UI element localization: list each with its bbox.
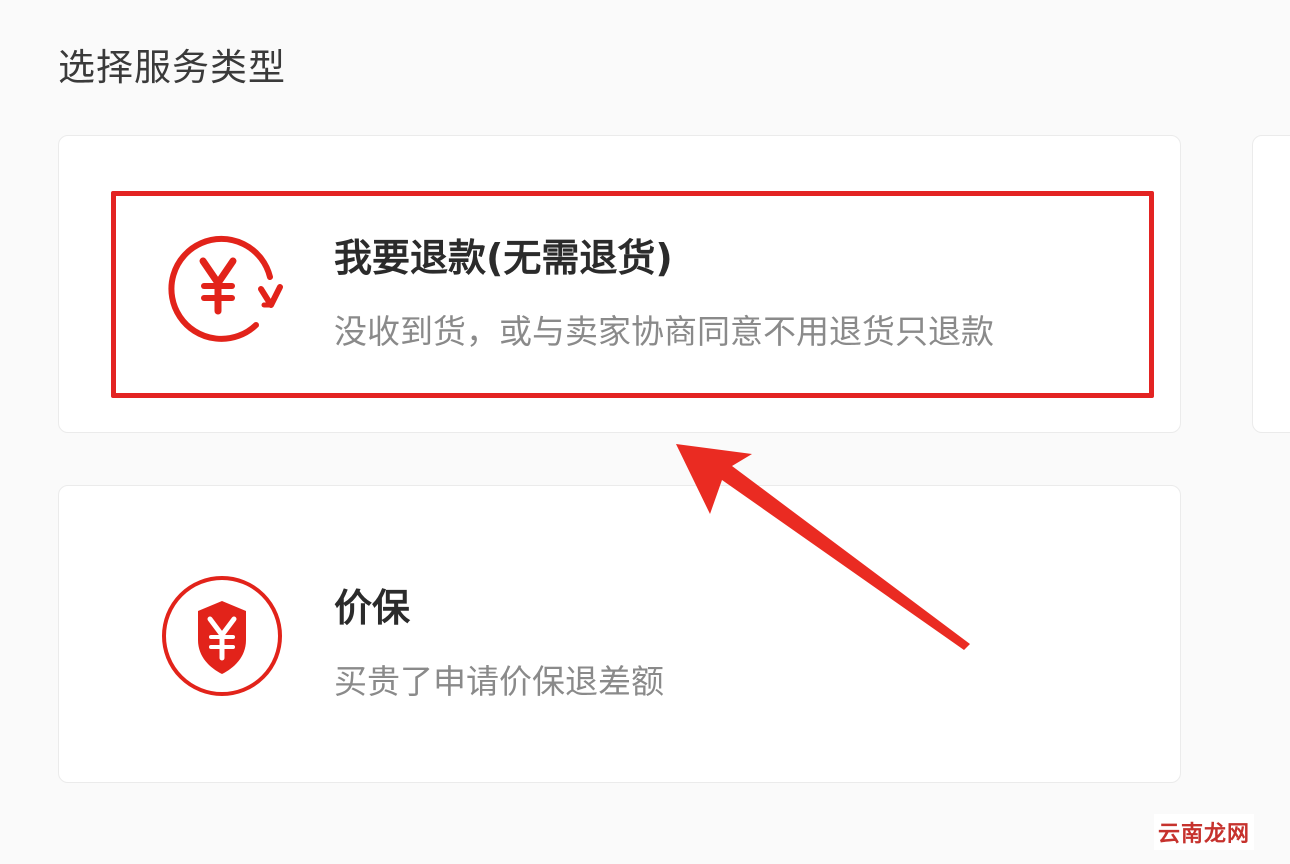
option-card-partial[interactable] xyxy=(1252,135,1290,433)
page-title: 选择服务类型 xyxy=(58,46,286,89)
option-title-price-protection: 价保 xyxy=(334,586,411,630)
watermark-logo: 云南龙网 xyxy=(1153,814,1254,850)
price-protection-shield-icon xyxy=(160,574,284,698)
option-desc-price-protection: 买贵了申请价保退差额 xyxy=(334,662,664,701)
annotation-arrow xyxy=(676,444,970,650)
highlight-annotation-box xyxy=(111,191,1154,398)
